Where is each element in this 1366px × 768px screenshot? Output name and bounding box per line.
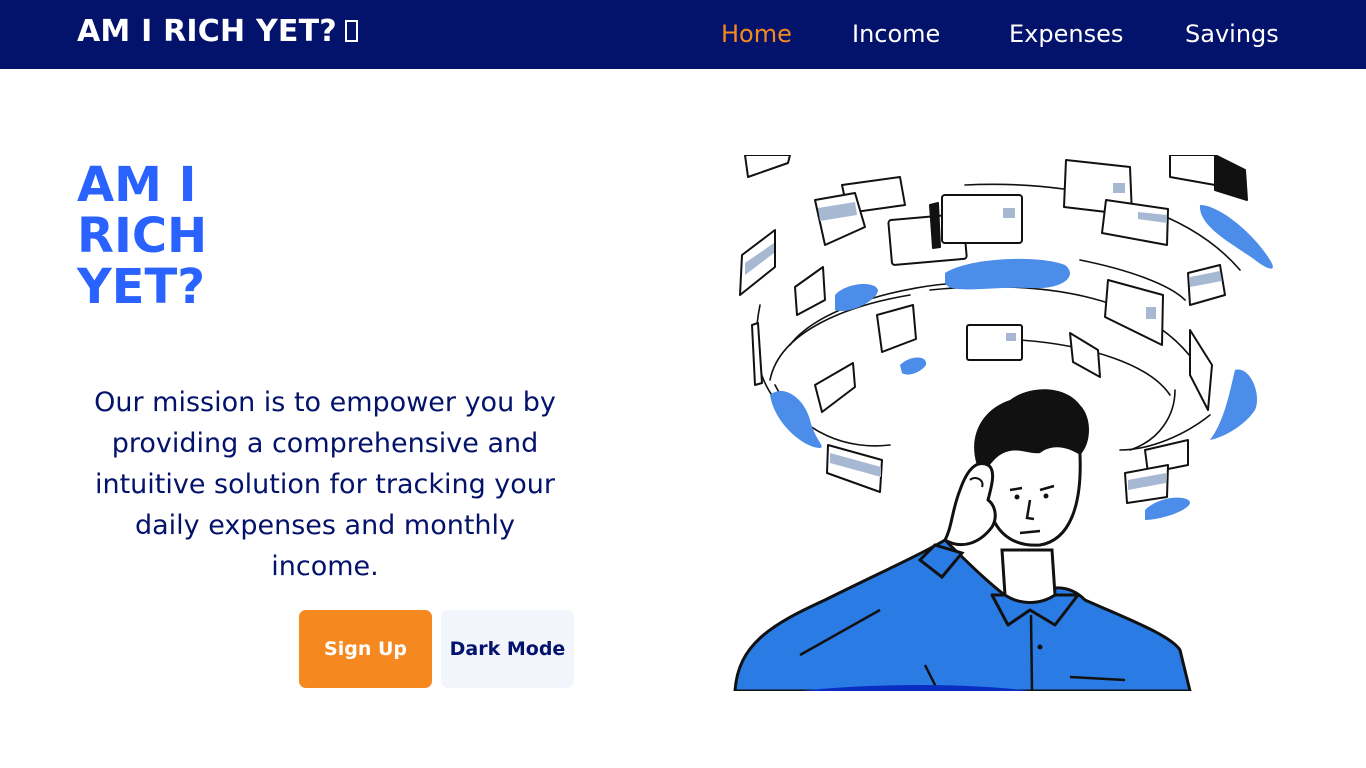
signup-button[interactable]: Sign Up: [299, 610, 432, 688]
hero-title-line: RICH: [77, 208, 208, 264]
hero-title-line: AM I: [77, 157, 197, 213]
nav-link-home[interactable]: Home: [721, 20, 792, 48]
nav-link-savings[interactable]: Savings: [1185, 20, 1279, 48]
brand-title: AM I RICH YET?: [77, 14, 337, 49]
person-cards-illustration-icon: [733, 155, 1273, 691]
hero-title: AM I RICH YET?: [77, 160, 277, 313]
missing-glyph-icon: [344, 20, 358, 42]
nav-link-income[interactable]: Income: [852, 20, 940, 48]
dark-mode-button[interactable]: Dark Mode: [441, 610, 574, 688]
nav-link-expenses[interactable]: Expenses: [1009, 20, 1123, 48]
brand-logo[interactable]: AM I RICH YET?: [77, 14, 358, 49]
mission-statement: Our mission is to empower you by providi…: [94, 387, 556, 582]
top-navbar: AM I RICH YET? Home Income Expenses Savi…: [0, 0, 1366, 69]
hero-title-line: YET?: [77, 259, 206, 315]
hero-illustration: [730, 155, 1280, 691]
